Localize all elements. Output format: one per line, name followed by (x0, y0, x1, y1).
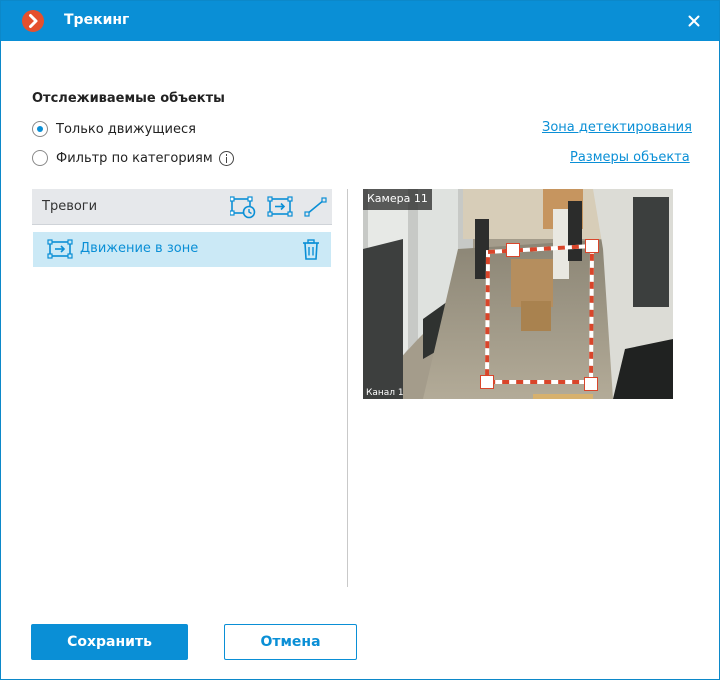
title-bar: Трекинг (1, 1, 719, 41)
detection-zone-link[interactable]: Зона детектирования (542, 120, 692, 135)
tracked-objects-title: Отслеживаемые объекты (32, 91, 225, 106)
radio-button-unchecked[interactable] (32, 150, 48, 166)
app-logo-icon (22, 10, 44, 32)
cancel-button[interactable]: Отмена (224, 624, 357, 660)
alarm-item-label: Движение в зоне (80, 241, 199, 256)
alarm-item-zone-motion[interactable]: Движение в зоне (33, 232, 331, 267)
panel-divider (347, 189, 348, 587)
info-icon[interactable] (218, 150, 234, 166)
radio-category-filter[interactable]: Фильтр по категориям (32, 148, 234, 168)
camera-preview[interactable]: Камера 11 Канал 1 (363, 189, 673, 399)
window-title: Трекинг (64, 12, 130, 28)
zone-enter-icon (47, 239, 73, 259)
alarms-header: Тревоги (32, 189, 332, 225)
zone-timer-icon[interactable] (229, 195, 256, 219)
radio-moving-only-label: Только движущиеся (56, 121, 196, 137)
channel-label: Канал 1 (366, 388, 404, 398)
camera-frame-image (363, 189, 673, 399)
trash-icon[interactable] (301, 239, 321, 260)
camera-name-label: Камера 11 (363, 189, 432, 210)
zone-handle[interactable] (585, 239, 599, 253)
zone-enter-icon[interactable] (267, 195, 293, 219)
tracking-dialog: Трекинг Отслеживаемые объекты Только дви… (0, 0, 720, 680)
radio-category-filter-label: Фильтр по категориям (56, 150, 213, 166)
radio-moving-only[interactable]: Только движущиеся (32, 119, 196, 139)
alarms-title: Тревоги (42, 199, 98, 214)
save-button[interactable]: Сохранить (31, 624, 188, 660)
line-cross-icon[interactable] (303, 195, 327, 219)
radio-button-checked[interactable] (32, 121, 48, 137)
object-sizes-link[interactable]: Размеры объекта (570, 150, 690, 165)
zone-handle[interactable] (480, 375, 494, 389)
zone-handle[interactable] (506, 243, 520, 257)
close-icon[interactable] (684, 11, 704, 31)
zone-handle[interactable] (584, 377, 598, 391)
